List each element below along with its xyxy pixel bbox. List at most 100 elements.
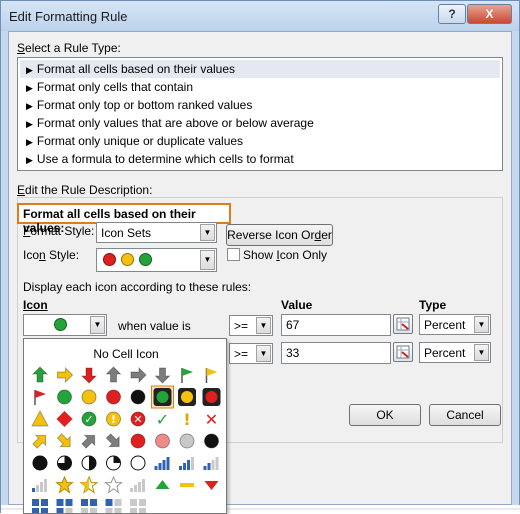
boxes-0-icon[interactable] xyxy=(130,499,146,513)
check-circle-green-icon[interactable]: ✓ xyxy=(81,411,97,427)
light-yellow-icon[interactable] xyxy=(178,388,196,406)
rule-type-list[interactable]: ▶ Format all cells based on their values … xyxy=(17,57,503,171)
range-select-icon[interactable] xyxy=(393,342,413,362)
x-red-icon[interactable]: ✕ xyxy=(205,410,218,429)
check-green-icon[interactable]: ✓ xyxy=(156,410,169,429)
light-red-icon[interactable] xyxy=(202,388,221,406)
range-select-icon[interactable] xyxy=(393,314,413,334)
arrow-ne-yellow-icon[interactable] xyxy=(30,430,51,451)
value-input-row2[interactable]: 33 xyxy=(281,342,391,364)
rule-type-item-unique-duplicate[interactable]: ▶ Format only unique or duplicate values xyxy=(20,132,500,150)
rule-type-item-all-cells[interactable]: ▶ Format all cells based on their values xyxy=(20,60,500,78)
circle-red-icon[interactable] xyxy=(106,389,121,405)
arrow-se-gray-icon[interactable] xyxy=(104,431,125,452)
circle-black2-icon[interactable] xyxy=(204,433,219,449)
exclaim-circle-yellow-icon[interactable]: ! xyxy=(106,411,121,427)
arrow-se-yellow-icon[interactable] xyxy=(55,431,76,452)
circle-red2-icon[interactable] xyxy=(130,433,146,449)
icon-select-row1[interactable]: ▼ xyxy=(23,314,107,336)
tri-down-red-icon[interactable] xyxy=(204,481,219,490)
type-select-row2[interactable]: Percent ▼ xyxy=(419,342,491,363)
chevron-down-icon[interactable]: ▼ xyxy=(256,345,271,362)
show-icon-only-checkbox[interactable] xyxy=(227,248,240,261)
value-column-header: Value xyxy=(281,298,313,312)
no-cell-icon-option[interactable]: No Cell Icon xyxy=(24,347,228,361)
arrow-up-green-icon[interactable] xyxy=(31,366,49,383)
bars-0-icon[interactable] xyxy=(130,479,145,492)
quarter-4-icon[interactable] xyxy=(32,455,48,471)
arrow-up-gray-icon[interactable] xyxy=(105,366,122,383)
rule-type-item-formula[interactable]: ▶ Use a formula to determine which cells … xyxy=(20,150,500,168)
bars-4-icon[interactable] xyxy=(154,457,170,470)
close-button[interactable]: X xyxy=(467,4,512,24)
arrow-right-gray-icon[interactable] xyxy=(130,366,147,384)
flag-green-icon[interactable] xyxy=(181,368,193,383)
dash-yellow-icon[interactable] xyxy=(180,483,194,487)
chevron-down-icon[interactable]: ▼ xyxy=(200,224,215,241)
star-empty-icon[interactable] xyxy=(104,475,123,494)
icon-grid[interactable]: ✓! ✕ ✓! ✕ xyxy=(24,363,228,513)
type-select-row1[interactable]: Percent ▼ xyxy=(419,314,491,335)
green-light-icon xyxy=(54,318,67,331)
arrow-down-red-icon[interactable] xyxy=(80,367,98,384)
flag-red-icon[interactable] xyxy=(34,390,46,405)
green-light-icon xyxy=(139,253,152,266)
icon-style-select[interactable]: ▼ xyxy=(96,248,217,272)
ok-button[interactable]: OK xyxy=(349,404,421,426)
svg-text:✕: ✕ xyxy=(205,410,218,429)
circle-green-icon[interactable] xyxy=(57,389,72,405)
arrow-right-yellow-icon[interactable] xyxy=(57,366,74,384)
quarter-3-icon[interactable] xyxy=(57,455,72,471)
chevron-down-icon[interactable]: ▼ xyxy=(474,344,489,361)
rule-type-label: Select a Rule Type: xyxy=(17,41,121,55)
when-value-is-label: when value is xyxy=(118,319,191,333)
bars-3-icon[interactable] xyxy=(179,457,194,470)
svg-text:✓: ✓ xyxy=(156,410,169,429)
star-half-icon[interactable] xyxy=(79,475,99,494)
operator-select-row2[interactable]: >= ▼ xyxy=(229,343,273,364)
boxes-2-icon[interactable] xyxy=(81,499,97,513)
format-style-select[interactable]: Icon Sets ▼ xyxy=(96,222,217,243)
svg-text:✕: ✕ xyxy=(133,413,142,426)
icon-picker-popup: No Cell Icon ✓! ✕ ✓! ✕ xyxy=(23,338,227,514)
chevron-down-icon[interactable]: ▼ xyxy=(474,316,489,333)
circle-pink-icon[interactable] xyxy=(155,433,170,449)
quarter-0-icon[interactable] xyxy=(130,455,146,471)
boxes-1-icon[interactable] xyxy=(105,499,122,513)
rule-type-item-top-bottom[interactable]: ▶ Format only top or bottom ranked values xyxy=(20,96,500,114)
tri-up-green-icon[interactable] xyxy=(155,480,170,489)
cancel-button[interactable]: Cancel xyxy=(429,404,501,426)
circle-yellow-icon[interactable] xyxy=(81,389,97,405)
help-button[interactable]: ? xyxy=(438,4,466,24)
chevron-down-icon[interactable]: ▼ xyxy=(256,317,271,334)
circle-lightgray-icon[interactable] xyxy=(179,433,195,449)
arrow-down-gray-icon[interactable] xyxy=(154,367,171,384)
quarter-1-icon[interactable] xyxy=(106,455,121,471)
circle-black-icon[interactable] xyxy=(130,389,146,405)
x-circle-red-icon[interactable]: ✕ xyxy=(130,411,146,427)
triangle-yellow-icon[interactable] xyxy=(31,409,49,427)
quarter-2-icon[interactable] xyxy=(81,455,97,471)
chevron-down-icon[interactable]: ▼ xyxy=(90,316,105,334)
title-bar[interactable]: Edit Formatting Rule ? X xyxy=(1,1,519,31)
star-full-icon[interactable] xyxy=(55,475,74,494)
value-input-row1[interactable]: 67 xyxy=(281,314,391,336)
operator-select-row1[interactable]: >= ▼ xyxy=(229,315,273,336)
chevron-down-icon[interactable]: ▼ xyxy=(200,250,215,270)
svg-text:!: ! xyxy=(183,410,190,429)
edit-formatting-rule-window: Edit Formatting Rule ? X Select a Rule T… xyxy=(0,0,520,514)
reverse-icon-order-button[interactable]: Reverse Icon Order xyxy=(226,224,333,246)
red-light-icon xyxy=(103,253,116,266)
svg-text:!: ! xyxy=(111,413,116,426)
bars-1-icon[interactable] xyxy=(32,479,47,492)
light-green-icon[interactable] xyxy=(151,385,174,409)
boxes-4-icon[interactable] xyxy=(32,499,48,513)
rule-type-item-above-below[interactable]: ▶ Format only values that are above or be… xyxy=(20,114,500,132)
boxes-3-icon[interactable] xyxy=(56,499,73,513)
arrow-ne-gray-icon[interactable] xyxy=(79,430,100,451)
exclaim-yellow-icon[interactable]: ! xyxy=(183,410,190,429)
diamond-red-icon[interactable] xyxy=(56,411,73,427)
rule-type-item-cells-contain[interactable]: ▶ Format only cells that contain xyxy=(20,78,500,96)
flag-yellow-icon[interactable] xyxy=(205,368,218,383)
bars-2-icon[interactable] xyxy=(203,457,219,470)
